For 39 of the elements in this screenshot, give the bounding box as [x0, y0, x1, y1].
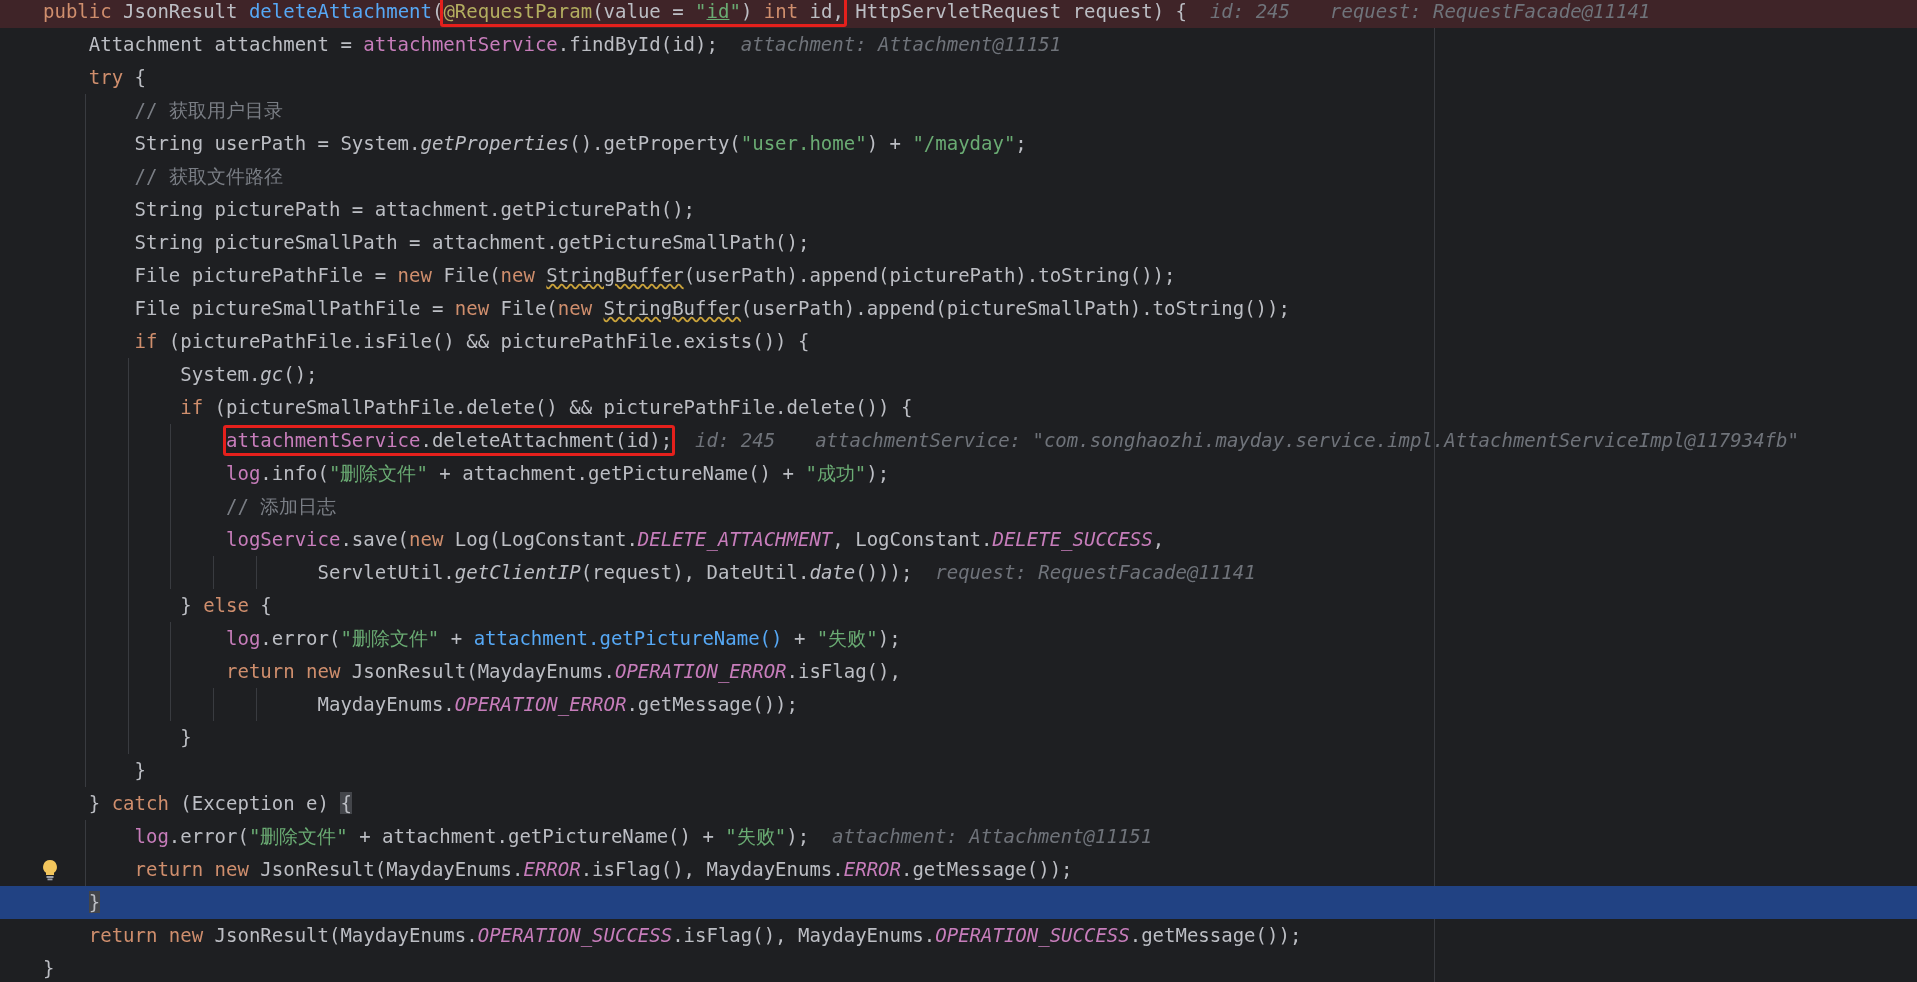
code-text: logService.save(new Log(LogConstant.DELETE_ATTACHMENT, LogConstant.DELETE_SUCCESS,	[226, 527, 1165, 553]
boxed-code: @RequestParam(value = "id") int id,	[440, 0, 847, 27]
code-text: HttpServletRequest request) {	[854, 0, 1188, 24]
code-text: MaydayEnums.OPERATION_ERROR.getMessage());	[317, 692, 798, 718]
code-text: System.gc();	[180, 362, 318, 387]
code-text: ServletUtil.getClientIP(request), DateUtil.date()));	[317, 560, 913, 585]
code-text: }	[88, 890, 101, 915]
code-text: String pictureSmallPath = attachment.getPictureSmallPath();	[134, 230, 810, 255]
code-text: return new JsonResult(MaydayEnums.ERROR.isFlag(), MaydayEnums.ERROR.getMessage());	[134, 857, 1073, 882]
code-text: return new JsonResult(MaydayEnums.OPERATION_SUCCESS.isFlag(), MaydayEnums.OPERATION_SUCCESS.getMessage());	[88, 923, 1302, 949]
code-text: // 添加日志	[226, 494, 337, 519]
code-text: Attachment attachment = attachmentService.findById(id);	[88, 32, 718, 57]
inline-value-hint: attachment: Attachment@11151	[740, 32, 1062, 57]
code-text: return new JsonResult(MaydayEnums.OPERATION_ERROR.isFlag(),	[226, 659, 901, 685]
code-text: File pictureSmallPathFile = new File(new StringBuffer(userPath).append(pictureSmallPath).toString());	[134, 296, 1290, 321]
code-text: File picturePathFile = new File(new StringBuffer(userPath).append(picturePath).toString());	[134, 263, 1176, 288]
inline-value-hint: id: 245	[695, 428, 776, 453]
inline-value-hint: request: RequestFacade@11141	[1330, 0, 1651, 24]
code-text: } catch (Exception e) {	[88, 791, 352, 816]
code-text: log.error("删除文件" + attachment.getPictureName() + "失败");	[134, 824, 810, 849]
lightbulb-icon[interactable]	[40, 859, 60, 881]
code-text: String userPath = System.getProperties().getProperty("user.home") + "/mayday";	[134, 131, 1027, 156]
code-text: log.info("删除文件" + attachment.getPictureName() + "成功");	[226, 461, 890, 486]
code-text: try {	[88, 65, 146, 90]
inline-value-hint: attachmentService: "com.songhaozhi.mayday.service.impl.AttachmentServiceImpl@117934fb"	[815, 428, 1799, 453]
code-text: }	[43, 956, 55, 981]
code-text: if (picturePathFile.isFile() && picturePathFile.exists()) {	[134, 329, 810, 354]
inline-value-hint: attachment: Attachment@11151	[831, 824, 1153, 849]
inline-value-hint: id: 245	[1209, 0, 1290, 24]
code-text: String picturePath = attachment.getPicturePath();	[134, 197, 695, 222]
code-text: if (pictureSmallPathFile.delete() && picturePathFile.delete()) {	[180, 395, 913, 420]
code-text: }	[134, 758, 146, 783]
code-text: log.error("删除文件" + attachment.getPictureName() + "失败");	[226, 626, 901, 651]
code-text: // 获取文件路径	[134, 164, 283, 189]
inline-value-hint: request: RequestFacade@11141	[935, 560, 1256, 585]
code-text: }	[180, 725, 192, 750]
code-text: } else {	[180, 593, 272, 618]
boxed-code: attachmentService.deleteAttachment(id);	[223, 425, 676, 456]
code-text: // 获取用户目录	[134, 98, 283, 123]
